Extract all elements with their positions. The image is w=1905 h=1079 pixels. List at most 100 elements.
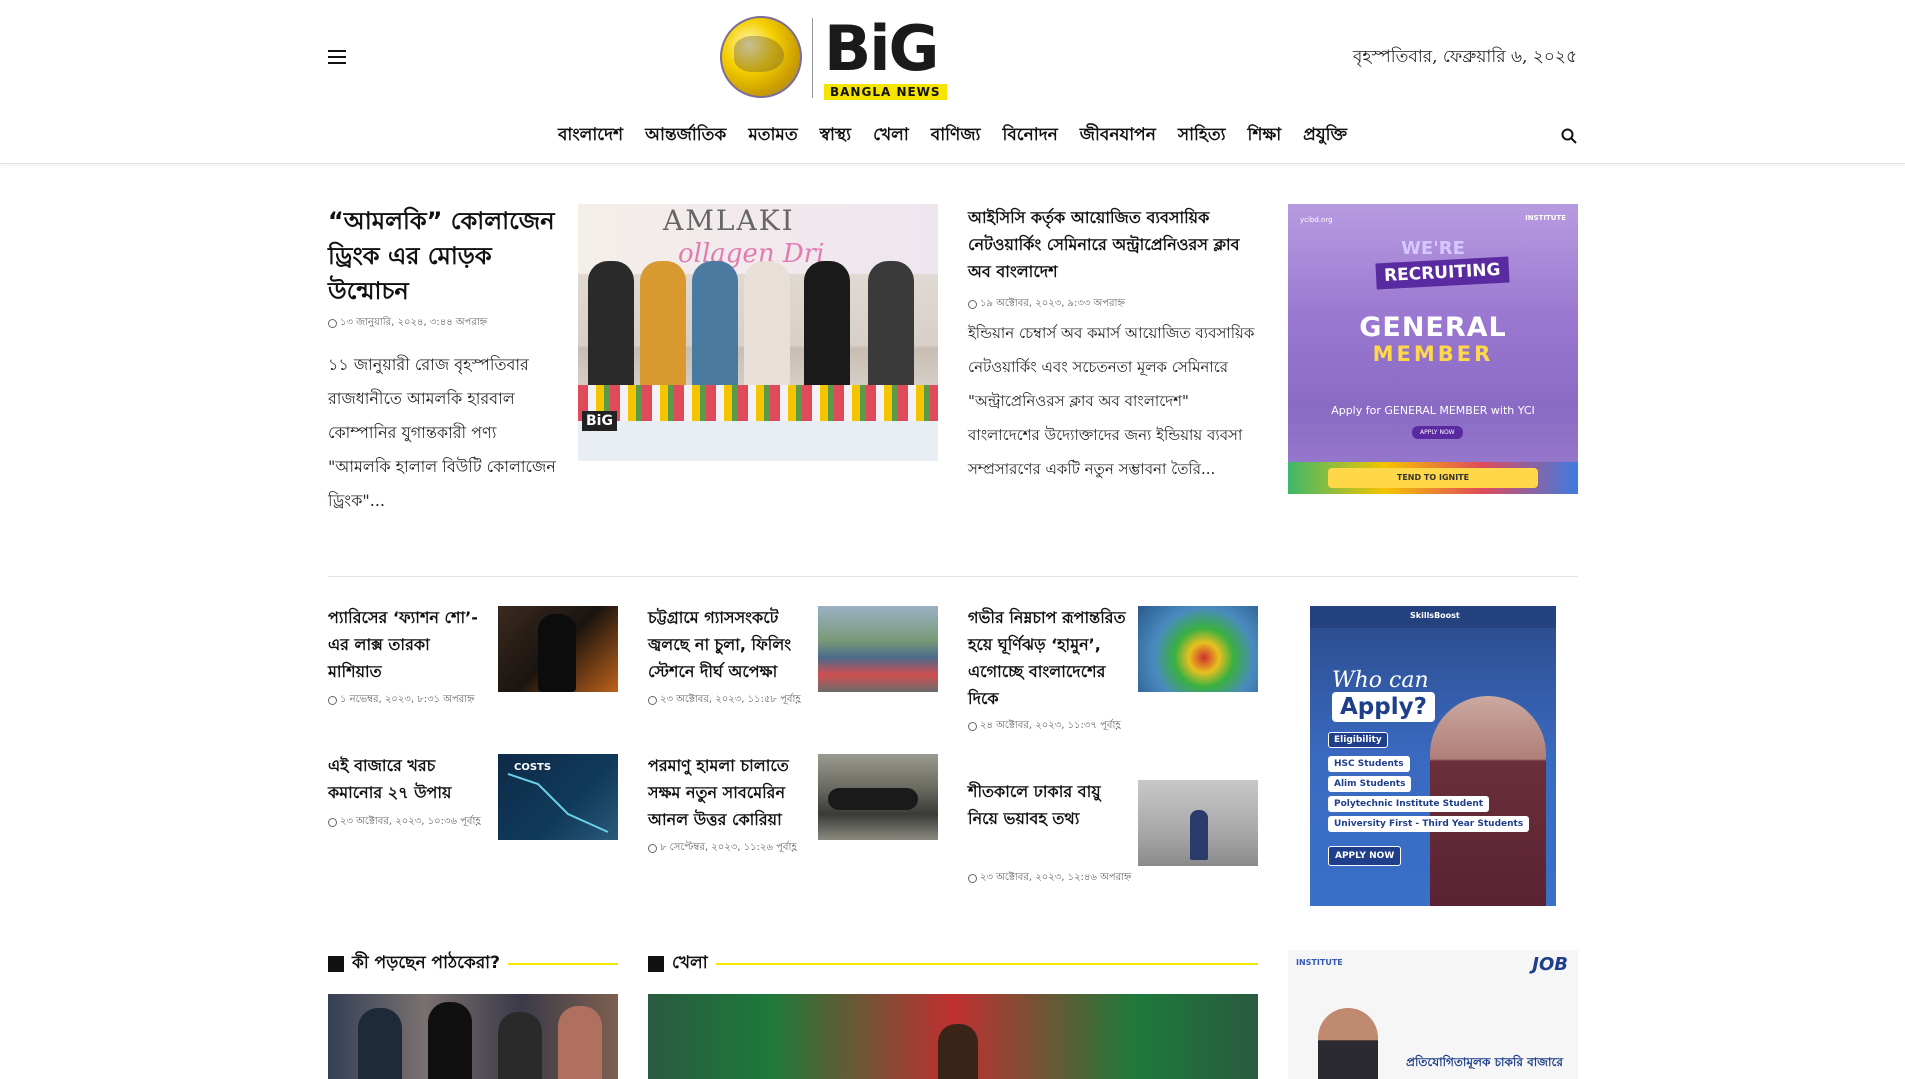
hamburger-menu-icon[interactable] <box>328 50 346 64</box>
nav-item-health[interactable]: স্বাস্থ্য <box>820 122 851 150</box>
image-badge: BiG <box>582 411 617 431</box>
ad-option: HSC Students <box>1328 756 1410 772</box>
grid-article-date: ১ নভেম্বর, ২০২৩, ৮:৩১ অপরাহ্ন <box>328 692 475 709</box>
section-line <box>507 963 618 965</box>
photo-person <box>498 1012 542 1079</box>
section-sports-image[interactable] <box>648 994 1258 1079</box>
grid-article-image[interactable] <box>498 606 618 692</box>
nav-item-international[interactable]: আন্তর্জাতিক <box>645 122 726 150</box>
grid-article-image[interactable] <box>818 754 938 840</box>
grid-article-date: ২৩ অক্টোবর, ২০২৩, ১২:৪৬ অপরাহ্ন <box>968 870 1131 887</box>
nav-item-sports[interactable]: খেলা <box>873 122 909 150</box>
grid-date-text: ২৩ অক্টোবর, ২০২৩, ১২:৪৬ অপরাহ্ন <box>980 872 1132 883</box>
clock-icon <box>328 818 337 827</box>
photo-person <box>1190 810 1208 860</box>
ad-general: GENERAL <box>1359 312 1507 343</box>
ad-option: University First - Third Year Students <box>1328 816 1530 832</box>
clock-icon <box>328 319 337 328</box>
ad-member: MEMBER <box>1372 342 1494 366</box>
nav-item-lifestyle[interactable]: জীবনযাপন <box>1080 122 1156 150</box>
photo-person <box>938 1024 978 1079</box>
logo-subtitle: BANGLA NEWS <box>824 84 947 100</box>
featured-article-excerpt: ইন্ডিয়ান চেম্বার্স অব কমার্স আয়োজিত ব্… <box>968 324 1255 478</box>
clock-icon <box>328 696 337 705</box>
ad-general-member[interactable]: ycibd.org INSTITUTE WE'RE RECRUITING GEN… <box>1288 204 1578 494</box>
ad-apply-button[interactable]: APPLY NOW <box>1412 426 1463 439</box>
grid-article-title[interactable]: শীতকালে ঢাকার বায়ু নিয়ে ভয়াবহ তথ্য <box>968 778 1128 832</box>
photo-person <box>358 1008 402 1079</box>
photo-person <box>588 261 634 401</box>
clock-icon <box>648 696 657 705</box>
image-banner-word: AMLAKI <box>663 204 795 237</box>
side-ad-right-label: JOB <box>1532 954 1568 975</box>
clock-icon <box>968 874 977 883</box>
photo-person <box>804 261 850 401</box>
ad-eligibility: Eligibility <box>1328 732 1388 748</box>
nav-item-entertainment[interactable]: বিনোদন <box>1002 122 1057 150</box>
globe-icon <box>720 16 802 98</box>
ad-apply-question: Apply? <box>1332 692 1435 722</box>
nav-item-education[interactable]: শিক্ষা <box>1248 122 1282 150</box>
side-ad-person <box>1318 1008 1378 1079</box>
section-title[interactable]: খেলা <box>672 950 708 978</box>
grid-date-text: ১ নভেম্বর, ২০২৩, ৮:৩১ অপরাহ্ন <box>340 694 475 705</box>
grid-article-date: ৮ সেপ্টেম্বর, ২০২৩, ১১:২৬ পূর্বাহ্ণ <box>648 840 797 857</box>
podium <box>578 421 938 461</box>
grid-article-date: ২৩ অক্টোবর, ২০২৩, ১১:৫৮ পূর্বাহ্ণ <box>648 692 801 709</box>
section-square-icon <box>328 956 344 972</box>
ad-brand: SkillsBoost <box>1410 611 1460 620</box>
nav-item-opinion[interactable]: মতামত <box>748 122 797 150</box>
grid-article-image[interactable] <box>1138 780 1258 866</box>
photo-person <box>692 261 738 401</box>
submarine-shape <box>828 788 918 810</box>
clock-icon <box>968 300 977 309</box>
logo-divider <box>812 18 813 98</box>
grid-article-title[interactable]: প্যারিসের ‘ফ্যাশন শো’-এর লাক্স তারকা মাশ… <box>328 604 488 685</box>
site-logo[interactable]: BiG BANGLA NEWS <box>720 14 960 100</box>
section-readers-image[interactable] <box>328 994 618 1079</box>
lead-date-text: ১৩ জানুয়ারি, ২০২৪, ৩:৪৪ অপরাহ্ন <box>340 317 488 328</box>
section-title[interactable]: কী পড়ছেন পাঠকেরা? <box>352 950 500 978</box>
grid-article-image[interactable] <box>1138 606 1258 692</box>
nav-item-literature[interactable]: সাহিত্য <box>1178 122 1226 150</box>
ad-label-right: INSTITUTE <box>1525 214 1566 222</box>
grid-article-title[interactable]: চট্টগ্রামে গ্যাসসংকটে জ্বলছে না চুলা, ফি… <box>648 604 808 685</box>
grid-article-image[interactable] <box>818 606 938 692</box>
ad-label-left: ycibd.org <box>1300 216 1333 224</box>
ad-option: Alim Students <box>1328 776 1412 792</box>
clock-icon <box>968 722 977 731</box>
ad-we-are: WE'RE <box>1401 238 1465 259</box>
grid-article-image[interactable]: COSTS <box>498 754 618 840</box>
nav-item-technology[interactable]: প্রযুক্তি <box>1303 122 1347 150</box>
section-divider <box>328 576 1578 577</box>
grid-article-date: ২৪ অক্টোবর, ২০২৩, ১১:৩৭ পূর্বাহ্ণ <box>968 718 1121 735</box>
side-ad-left-label: INSTITUTE <box>1296 958 1343 967</box>
current-date: বৃহস্পতিবার, ফেব্রুয়ারি ৬, ২০২৫ <box>1352 47 1577 67</box>
grid-article-title[interactable]: এই বাজারে খরচ কমানোর ২৭ উপায় <box>328 752 488 806</box>
ad-strip-text: TEND TO IGNITE <box>1328 468 1538 488</box>
ad-who-can-apply[interactable]: SkillsBoost Who can Apply? Eligibility H… <box>1310 606 1556 906</box>
grid-article-title[interactable]: গভীর নিম্নচাপ রূপান্তরিত হয়ে ঘূর্ণিঝড় … <box>968 604 1128 712</box>
side-ad-job[interactable]: INSTITUTE JOB প্রতিযোগিতামূলক চাকরি বাজা… <box>1288 950 1578 1079</box>
photo-person <box>538 614 576 692</box>
section-header-sports: খেলা <box>648 950 1258 978</box>
nav-item-commerce[interactable]: বাণিজ্য <box>931 122 981 150</box>
flower-decor <box>578 385 938 421</box>
photo-person <box>558 1006 602 1079</box>
featured-article-title[interactable]: আইসিসি কর্তৃক আয়োজিত ব্যবসায়িক নেটওয়া… <box>968 204 1258 285</box>
grid-date-text: ২৪ অক্টোবর, ২০২৩, ১১:৩৭ পূর্বাহ্ণ <box>980 720 1121 731</box>
section-line <box>715 963 1258 965</box>
ad-apply-now-button[interactable]: APPLY NOW <box>1328 846 1402 866</box>
search-icon[interactable] <box>1561 128 1577 144</box>
chart-line-icon <box>507 773 609 833</box>
photo-person <box>868 261 914 401</box>
grid-date-text: ২৩ অক্টোবর, ২০২৩, ১১:৫৮ পূর্বাহ্ণ <box>660 694 801 705</box>
photo-person <box>640 261 686 401</box>
grid-article-title[interactable]: পরমাণু হামলা চালাতে সক্ষম নতুন সাবমেরিন … <box>648 752 808 833</box>
nav-item-bangladesh[interactable]: বাংলাদেশ <box>558 122 623 150</box>
lead-article-date: ১৩ জানুয়ারি, ২০২৪, ৩:৪৪ অপরাহ্ন <box>328 315 487 332</box>
ad-footer-strip: TEND TO IGNITE <box>1288 462 1578 494</box>
lead-article-title[interactable]: “আমলকি” কোলাজেন ড্রিংক এর মোড়ক উন্মোচন <box>328 204 558 309</box>
lead-article-image[interactable]: AMLAKI ollagen Dri BiG <box>578 204 938 461</box>
main-nav: বাংলাদেশ আন্তর্জাতিক মতামত স্বাস্থ্য খেল… <box>0 122 1905 150</box>
